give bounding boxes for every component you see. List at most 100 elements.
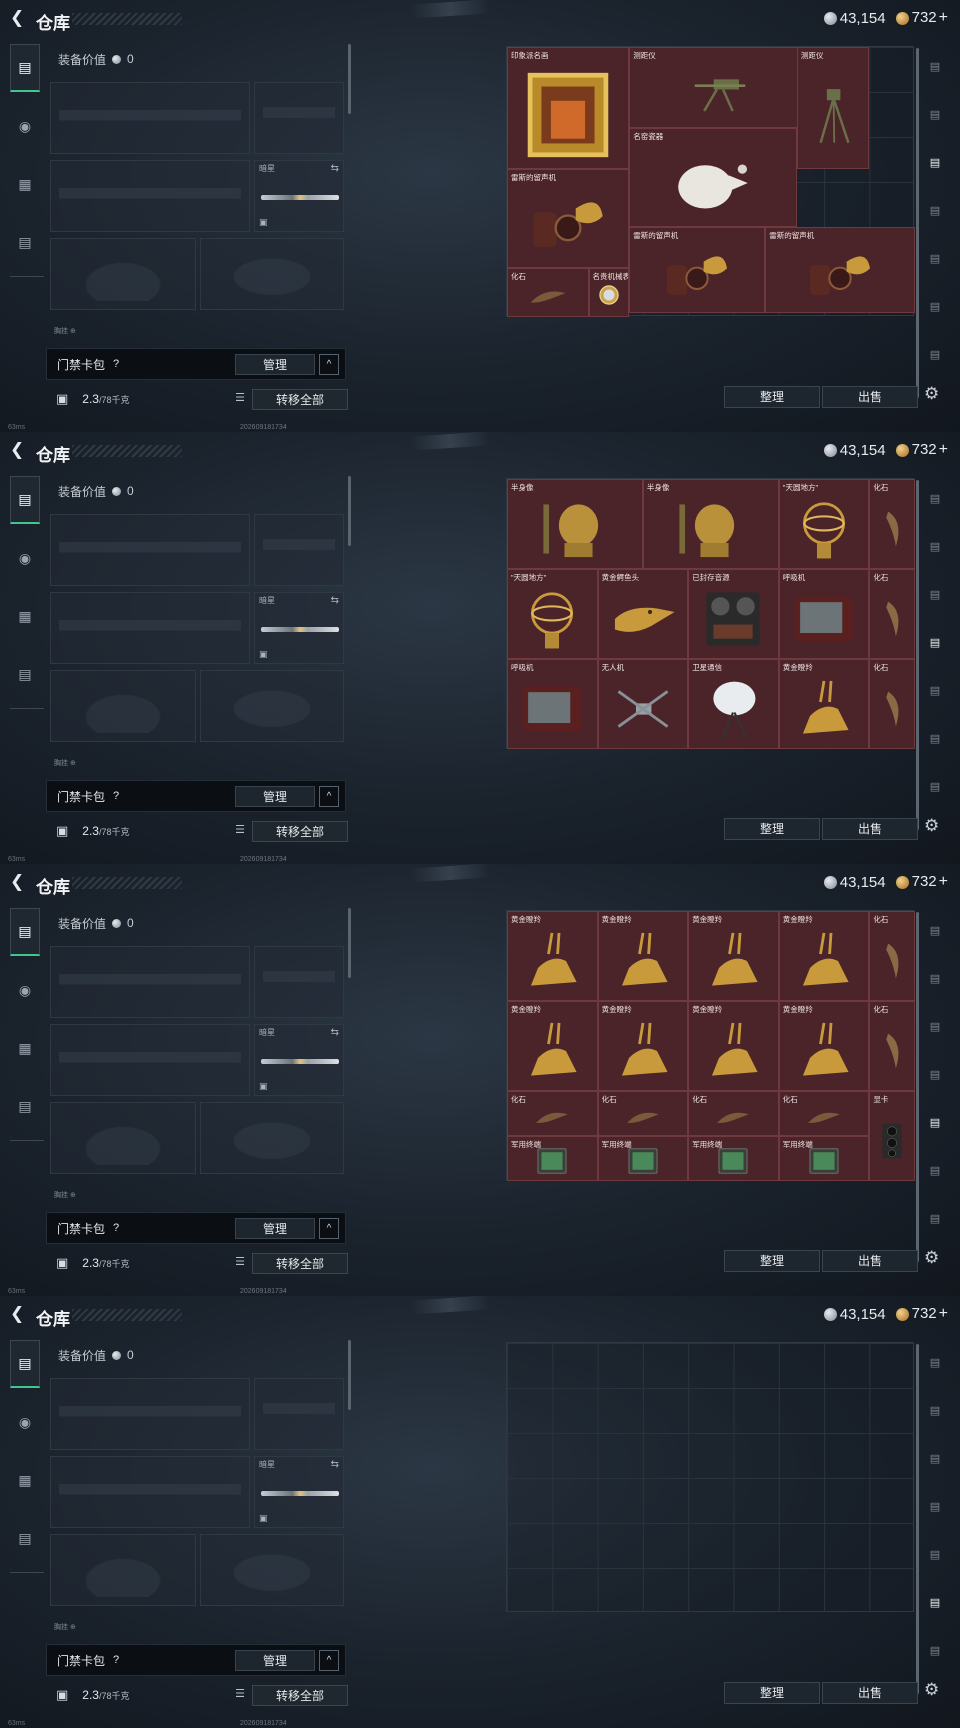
warehouse-page-tab[interactable]: ▤ <box>922 288 948 324</box>
armor-tab[interactable]: ◉ <box>10 102 40 150</box>
list-icon[interactable]: ☰ <box>232 1687 248 1703</box>
inventory-item[interactable]: 呼吸机 <box>507 659 598 749</box>
inventory-item[interactable]: 黄金瞪羚 <box>597 1001 689 1091</box>
secondary-weapon-slot[interactable] <box>50 160 250 232</box>
warehouse-page-tab[interactable]: ▤ <box>922 1632 948 1668</box>
inventory-item[interactable]: 黄金瞪羚 <box>507 1001 598 1091</box>
armor-tab[interactable]: ◉ <box>10 1398 40 1446</box>
sell-button[interactable]: 出售 <box>822 386 918 408</box>
equipment-scrollbar[interactable] <box>348 44 351 114</box>
grid-scrollbar[interactable] <box>916 48 919 398</box>
help-icon[interactable]: ? <box>113 790 119 802</box>
back-arrow-icon[interactable]: ❮ <box>10 9 26 26</box>
primary-weapon-slot[interactable] <box>50 514 250 586</box>
add-gold-button[interactable]: + <box>939 1305 948 1322</box>
inventory-item[interactable]: 化石 <box>507 267 589 317</box>
warehouse-page-tab[interactable]: ▤ <box>922 240 948 276</box>
gear-icon[interactable]: ⚙ <box>924 1248 939 1268</box>
help-icon[interactable]: ? <box>113 1654 119 1666</box>
warehouse-page-tab[interactable]: ▤ <box>922 528 948 564</box>
inventory-item[interactable]: 黄金瞪羚 <box>778 659 870 749</box>
sell-button[interactable]: 出售 <box>822 818 918 840</box>
armor-slot[interactable] <box>200 1534 344 1606</box>
gear-icon[interactable]: ⚙ <box>924 816 939 836</box>
inventory-item[interactable]: 军用终端 <box>597 1136 689 1181</box>
warehouse-page-tab[interactable]: ▤ <box>922 960 948 996</box>
warehouse-page-tab[interactable]: ▤ <box>922 1584 948 1620</box>
swap-icon[interactable]: ⇆ <box>331 163 339 174</box>
transfer-all-button[interactable]: 转移全部 <box>252 1253 348 1274</box>
transfer-all-button[interactable]: 转移全部 <box>252 1685 348 1706</box>
melee-slot[interactable]: 暗星 ⇆ ▣ <box>254 1024 344 1096</box>
inventory-item[interactable]: "天圆地方" <box>507 569 598 659</box>
inventory-item[interactable]: 黄金瞪羚 <box>778 1001 870 1091</box>
warehouse-page-tab[interactable]: ▤ <box>922 1056 948 1092</box>
warehouse-page-tab[interactable]: ▤ <box>922 912 948 948</box>
weapon-tab[interactable]: ▤ <box>10 44 40 92</box>
inventory-item[interactable]: 化石 <box>869 1001 915 1091</box>
helmet-slot[interactable] <box>50 238 196 310</box>
melee-slot[interactable]: 暗星 ⇆ ▣ <box>254 160 344 232</box>
chevron-up-icon[interactable]: ^ <box>319 1218 339 1239</box>
gear-tab[interactable]: ▦ <box>10 1024 40 1072</box>
manage-button[interactable]: 管理 <box>235 1650 315 1671</box>
back-arrow-icon[interactable]: ❮ <box>10 873 26 890</box>
equipment-scrollbar[interactable] <box>348 1340 351 1410</box>
gear-tab[interactable]: ▦ <box>10 592 40 640</box>
melee-slot[interactable]: 暗星 ⇆ ▣ <box>254 1456 344 1528</box>
add-gold-button[interactable]: + <box>939 9 948 26</box>
inventory-item[interactable]: 呼吸机 <box>778 569 870 659</box>
helmet-slot[interactable] <box>50 670 196 742</box>
transfer-all-button[interactable]: 转移全部 <box>252 821 348 842</box>
back-arrow-icon[interactable]: ❮ <box>10 441 26 458</box>
case-tab[interactable]: ▤ <box>10 1082 40 1130</box>
case-tab[interactable]: ▤ <box>10 218 40 266</box>
secondary-weapon-slot[interactable] <box>50 592 250 664</box>
list-icon[interactable]: ☰ <box>232 1255 248 1271</box>
warehouse-page-tab[interactable]: ▤ <box>922 1536 948 1572</box>
chevron-up-icon[interactable]: ^ <box>319 354 339 375</box>
inventory-item[interactable]: 军用终端 <box>688 1136 779 1181</box>
warehouse-grid[interactable]: 黄金瞪羚 黄金瞪羚 黄金瞪羚 黄金瞪羚 化石 黄金瞪羚 黄金瞪羚 黄金瞪羚 黄金… <box>506 910 915 1181</box>
inventory-item[interactable]: 已封存音源 <box>688 569 779 659</box>
primary-weapon-slot[interactable] <box>50 1378 250 1450</box>
warehouse-page-tab[interactable]: ▤ <box>922 480 948 516</box>
manage-button[interactable]: 管理 <box>235 786 315 807</box>
equipment-scrollbar[interactable] <box>348 476 351 546</box>
chevron-up-icon[interactable]: ^ <box>319 1650 339 1671</box>
primary-weapon-slot[interactable] <box>50 82 250 154</box>
warehouse-page-tab[interactable]: ▤ <box>922 1008 948 1044</box>
secondary-weapon-slot[interactable] <box>50 1024 250 1096</box>
inventory-item[interactable]: 雷斯的留声机 <box>629 227 766 313</box>
gear-icon[interactable]: ⚙ <box>924 384 939 404</box>
warehouse-page-tab[interactable]: ▤ <box>922 336 948 372</box>
pistol-slot[interactable] <box>254 82 344 154</box>
secondary-weapon-slot[interactable] <box>50 1456 250 1528</box>
sort-button[interactable]: 整理 <box>724 386 820 408</box>
inventory-item[interactable]: 显卡 <box>869 1091 915 1181</box>
swap-icon[interactable]: ⇆ <box>331 1027 339 1038</box>
inventory-item[interactable]: 化石 <box>507 1091 598 1136</box>
inventory-item[interactable]: 黄金瞪羚 <box>597 911 689 1001</box>
armor-tab[interactable]: ◉ <box>10 534 40 582</box>
manage-button[interactable]: 管理 <box>235 354 315 375</box>
sell-button[interactable]: 出售 <box>822 1250 918 1272</box>
warehouse-page-tab[interactable]: ▤ <box>922 1392 948 1428</box>
inventory-item[interactable]: 军用终端 <box>778 1136 870 1181</box>
gold-balance[interactable]: 732 + <box>895 873 948 891</box>
warehouse-grid[interactable]: 印象派名画 测距仪 测距仪 名窑瓷器 雷斯的留声机 雷斯的留声机 雷斯的留声机 … <box>506 46 915 317</box>
inventory-item[interactable]: 雷斯的留声机 <box>507 168 630 268</box>
sell-button[interactable]: 出售 <box>822 1682 918 1704</box>
sort-button[interactable]: 整理 <box>724 818 820 840</box>
manage-button[interactable]: 管理 <box>235 1218 315 1239</box>
weapon-tab[interactable]: ▤ <box>10 908 40 956</box>
inventory-item[interactable]: 黄金瞪羚 <box>688 911 779 1001</box>
add-gold-button[interactable]: + <box>939 873 948 890</box>
inventory-item[interactable]: 测距仪 <box>796 47 870 169</box>
armor-slot[interactable] <box>200 670 344 742</box>
warehouse-page-tab[interactable]: ▤ <box>922 720 948 756</box>
sort-button[interactable]: 整理 <box>724 1250 820 1272</box>
inventory-item[interactable]: 测距仪 <box>629 47 811 128</box>
warehouse-page-tab[interactable]: ▤ <box>922 1152 948 1188</box>
pistol-slot[interactable] <box>254 514 344 586</box>
